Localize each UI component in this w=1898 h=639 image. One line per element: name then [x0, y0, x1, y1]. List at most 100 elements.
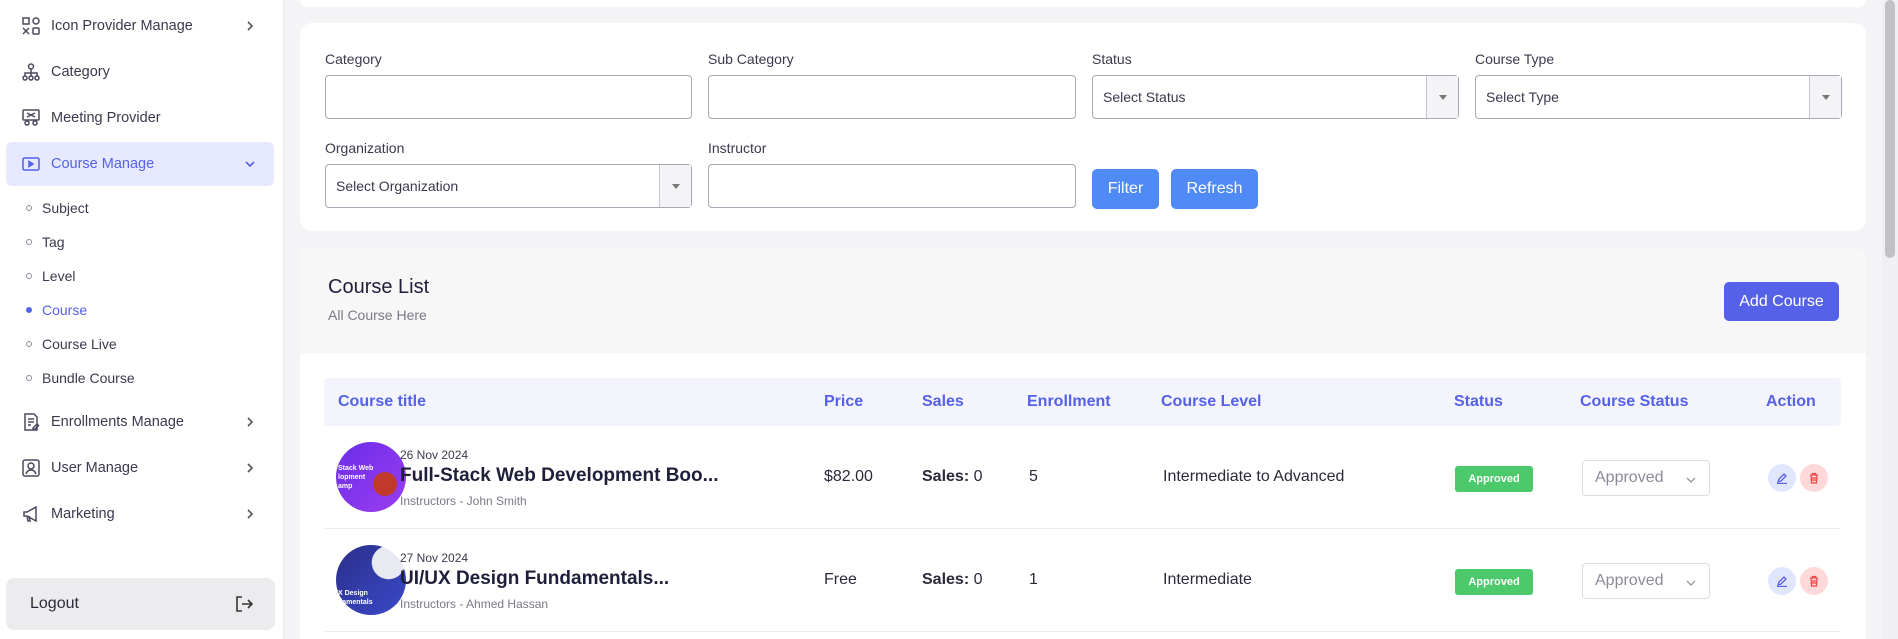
sidebar-subitem-course[interactable]: Course: [26, 298, 87, 322]
course-thumbnail[interactable]: X Design damentals: [336, 545, 406, 615]
course-instructor: Instructors - John Smith: [400, 494, 527, 508]
meeting-icon: [21, 108, 41, 128]
dropdown-arrow-icon: [659, 165, 691, 207]
chevron-down-icon: [1685, 576, 1697, 588]
sidebar-item-enrollments-manage[interactable]: Enrollments Manage: [6, 400, 274, 444]
course-title-link[interactable]: UI/UX Design Fundamentals...: [400, 568, 669, 590]
course-date: 27 Nov 2024: [400, 551, 469, 565]
status-badge: Approved: [1455, 569, 1533, 595]
column-header-course-level[interactable]: Course Level: [1161, 393, 1261, 411]
bullet-icon: [26, 375, 32, 381]
course-status-select[interactable]: Approved: [1582, 460, 1710, 496]
course-type-select-value: Select Type: [1486, 89, 1559, 105]
course-price: $82.00: [824, 468, 873, 485]
thumbnail-caption: X Design damentals: [338, 590, 373, 606]
sidebar-subitem-tag[interactable]: Tag: [26, 230, 65, 254]
edit-button[interactable]: [1768, 567, 1796, 595]
delete-button[interactable]: [1800, 567, 1828, 595]
icon-grid-icon: [21, 16, 41, 36]
scrollbar-thumb[interactable]: [1885, 0, 1895, 258]
sidebar-item-user-manage[interactable]: User Manage: [6, 446, 274, 490]
column-header-enrollment[interactable]: Enrollment: [1027, 393, 1111, 411]
status-label: Status: [1092, 51, 1132, 67]
logout-label: Logout: [30, 595, 79, 612]
course-sales: Sales: 0: [922, 571, 983, 589]
subcategory-label: Sub Category: [708, 51, 794, 67]
course-status-select[interactable]: Approved: [1582, 563, 1710, 599]
course-list-title: Course List: [328, 276, 430, 298]
sidebar-subitem-course-live[interactable]: Course Live: [26, 332, 117, 356]
course-level: Intermediate: [1163, 571, 1252, 588]
sales-label: Sales:: [922, 468, 970, 485]
chevron-down-icon: [244, 158, 256, 170]
sidebar-subitem-level[interactable]: Level: [26, 264, 75, 288]
logout-button[interactable]: Logout: [6, 578, 275, 630]
hierarchy-icon: [21, 62, 41, 82]
pencil-icon: [1776, 576, 1787, 587]
instructor-input[interactable]: [708, 164, 1076, 208]
sidebar-subitem-bundle-course[interactable]: Bundle Course: [26, 366, 135, 390]
column-header-status[interactable]: Status: [1454, 393, 1503, 411]
organization-select-value: Select Organization: [336, 178, 459, 194]
megaphone-icon: [21, 504, 41, 524]
bullet-icon: [26, 205, 32, 211]
dropdown-arrow-icon: [1426, 76, 1458, 118]
sidebar-item-label: Course Manage: [51, 156, 155, 172]
sidebar-item-label: Category: [51, 64, 110, 80]
edit-button[interactable]: [1768, 464, 1796, 492]
course-type-select[interactable]: Select Type: [1475, 75, 1842, 119]
pencil-icon: [1776, 473, 1787, 484]
sidebar-item-category[interactable]: Category: [6, 50, 274, 94]
course-price: Free: [824, 571, 857, 588]
status-select[interactable]: Select Status: [1092, 75, 1459, 119]
delete-button[interactable]: [1800, 464, 1828, 492]
bullet-icon: [26, 307, 32, 313]
bullet-icon: [26, 341, 32, 347]
course-list-card: Course List All Course Here Add Course C…: [300, 248, 1866, 639]
category-input[interactable]: [325, 75, 692, 119]
logout-icon: [235, 595, 254, 613]
course-list-header: Course List All Course Here Add Course: [300, 248, 1866, 354]
column-header-price[interactable]: Price: [824, 393, 863, 411]
sidebar-item-course-manage[interactable]: Course Manage: [6, 142, 274, 186]
sidebar: Icon Provider Manage Category Meeting Pr…: [0, 0, 284, 639]
filter-card: Category Sub Category Status Select Stat…: [300, 23, 1866, 231]
column-header-course-title[interactable]: Course title: [338, 393, 426, 411]
sidebar-item-icon-provider-manage[interactable]: Icon Provider Manage: [6, 4, 274, 48]
sidebar-item-label: Meeting Provider: [51, 110, 161, 126]
column-header-action: Action: [1766, 393, 1816, 410]
subitem-label: Bundle Course: [42, 370, 135, 386]
top-card-edge: [300, 0, 1866, 7]
table-header: Course title Price Sales Enrollment Cour…: [324, 378, 1841, 426]
sidebar-item-meeting-provider[interactable]: Meeting Provider: [6, 96, 274, 140]
subitem-label: Level: [42, 268, 76, 284]
refresh-button[interactable]: Refresh: [1171, 169, 1258, 209]
course-title-link[interactable]: Full-Stack Web Development Boo...: [400, 465, 718, 487]
column-header-course-status[interactable]: Course Status: [1580, 393, 1688, 411]
subitem-label: Tag: [42, 234, 65, 250]
add-course-button[interactable]: Add Course: [1724, 282, 1839, 321]
course-enrollment: 5: [1029, 468, 1038, 485]
sidebar-item-marketing[interactable]: Marketing: [6, 492, 274, 536]
organization-select[interactable]: Select Organization: [325, 164, 692, 208]
course-status-value: Approved: [1595, 572, 1664, 589]
chevron-right-icon: [244, 508, 256, 520]
sidebar-item-label: Icon Provider Manage: [51, 18, 193, 34]
edit-list-icon: [21, 412, 41, 432]
bullet-icon: [26, 239, 32, 245]
dropdown-arrow-icon: [1809, 76, 1841, 118]
column-header-sales[interactable]: Sales: [922, 393, 964, 411]
sidebar-item-label: Enrollments Manage: [51, 414, 184, 430]
course-status-value: Approved: [1595, 469, 1664, 486]
course-thumbnail[interactable]: Stack Web lopment amp: [336, 442, 406, 512]
subcategory-input[interactable]: [708, 75, 1076, 119]
sidebar-item-label: Marketing: [51, 506, 115, 522]
sidebar-subitem-subject[interactable]: Subject: [26, 196, 89, 220]
table-row: Stack Web lopment amp 26 Nov 2024 Full-S…: [324, 426, 1841, 529]
course-instructor: Instructors - Ahmed Hassan: [400, 597, 549, 611]
category-label: Category: [325, 51, 382, 67]
chevron-down-icon: [1685, 473, 1697, 485]
sales-value: 0: [973, 571, 983, 588]
status-badge: Approved: [1455, 466, 1533, 492]
filter-button[interactable]: Filter: [1092, 169, 1159, 209]
